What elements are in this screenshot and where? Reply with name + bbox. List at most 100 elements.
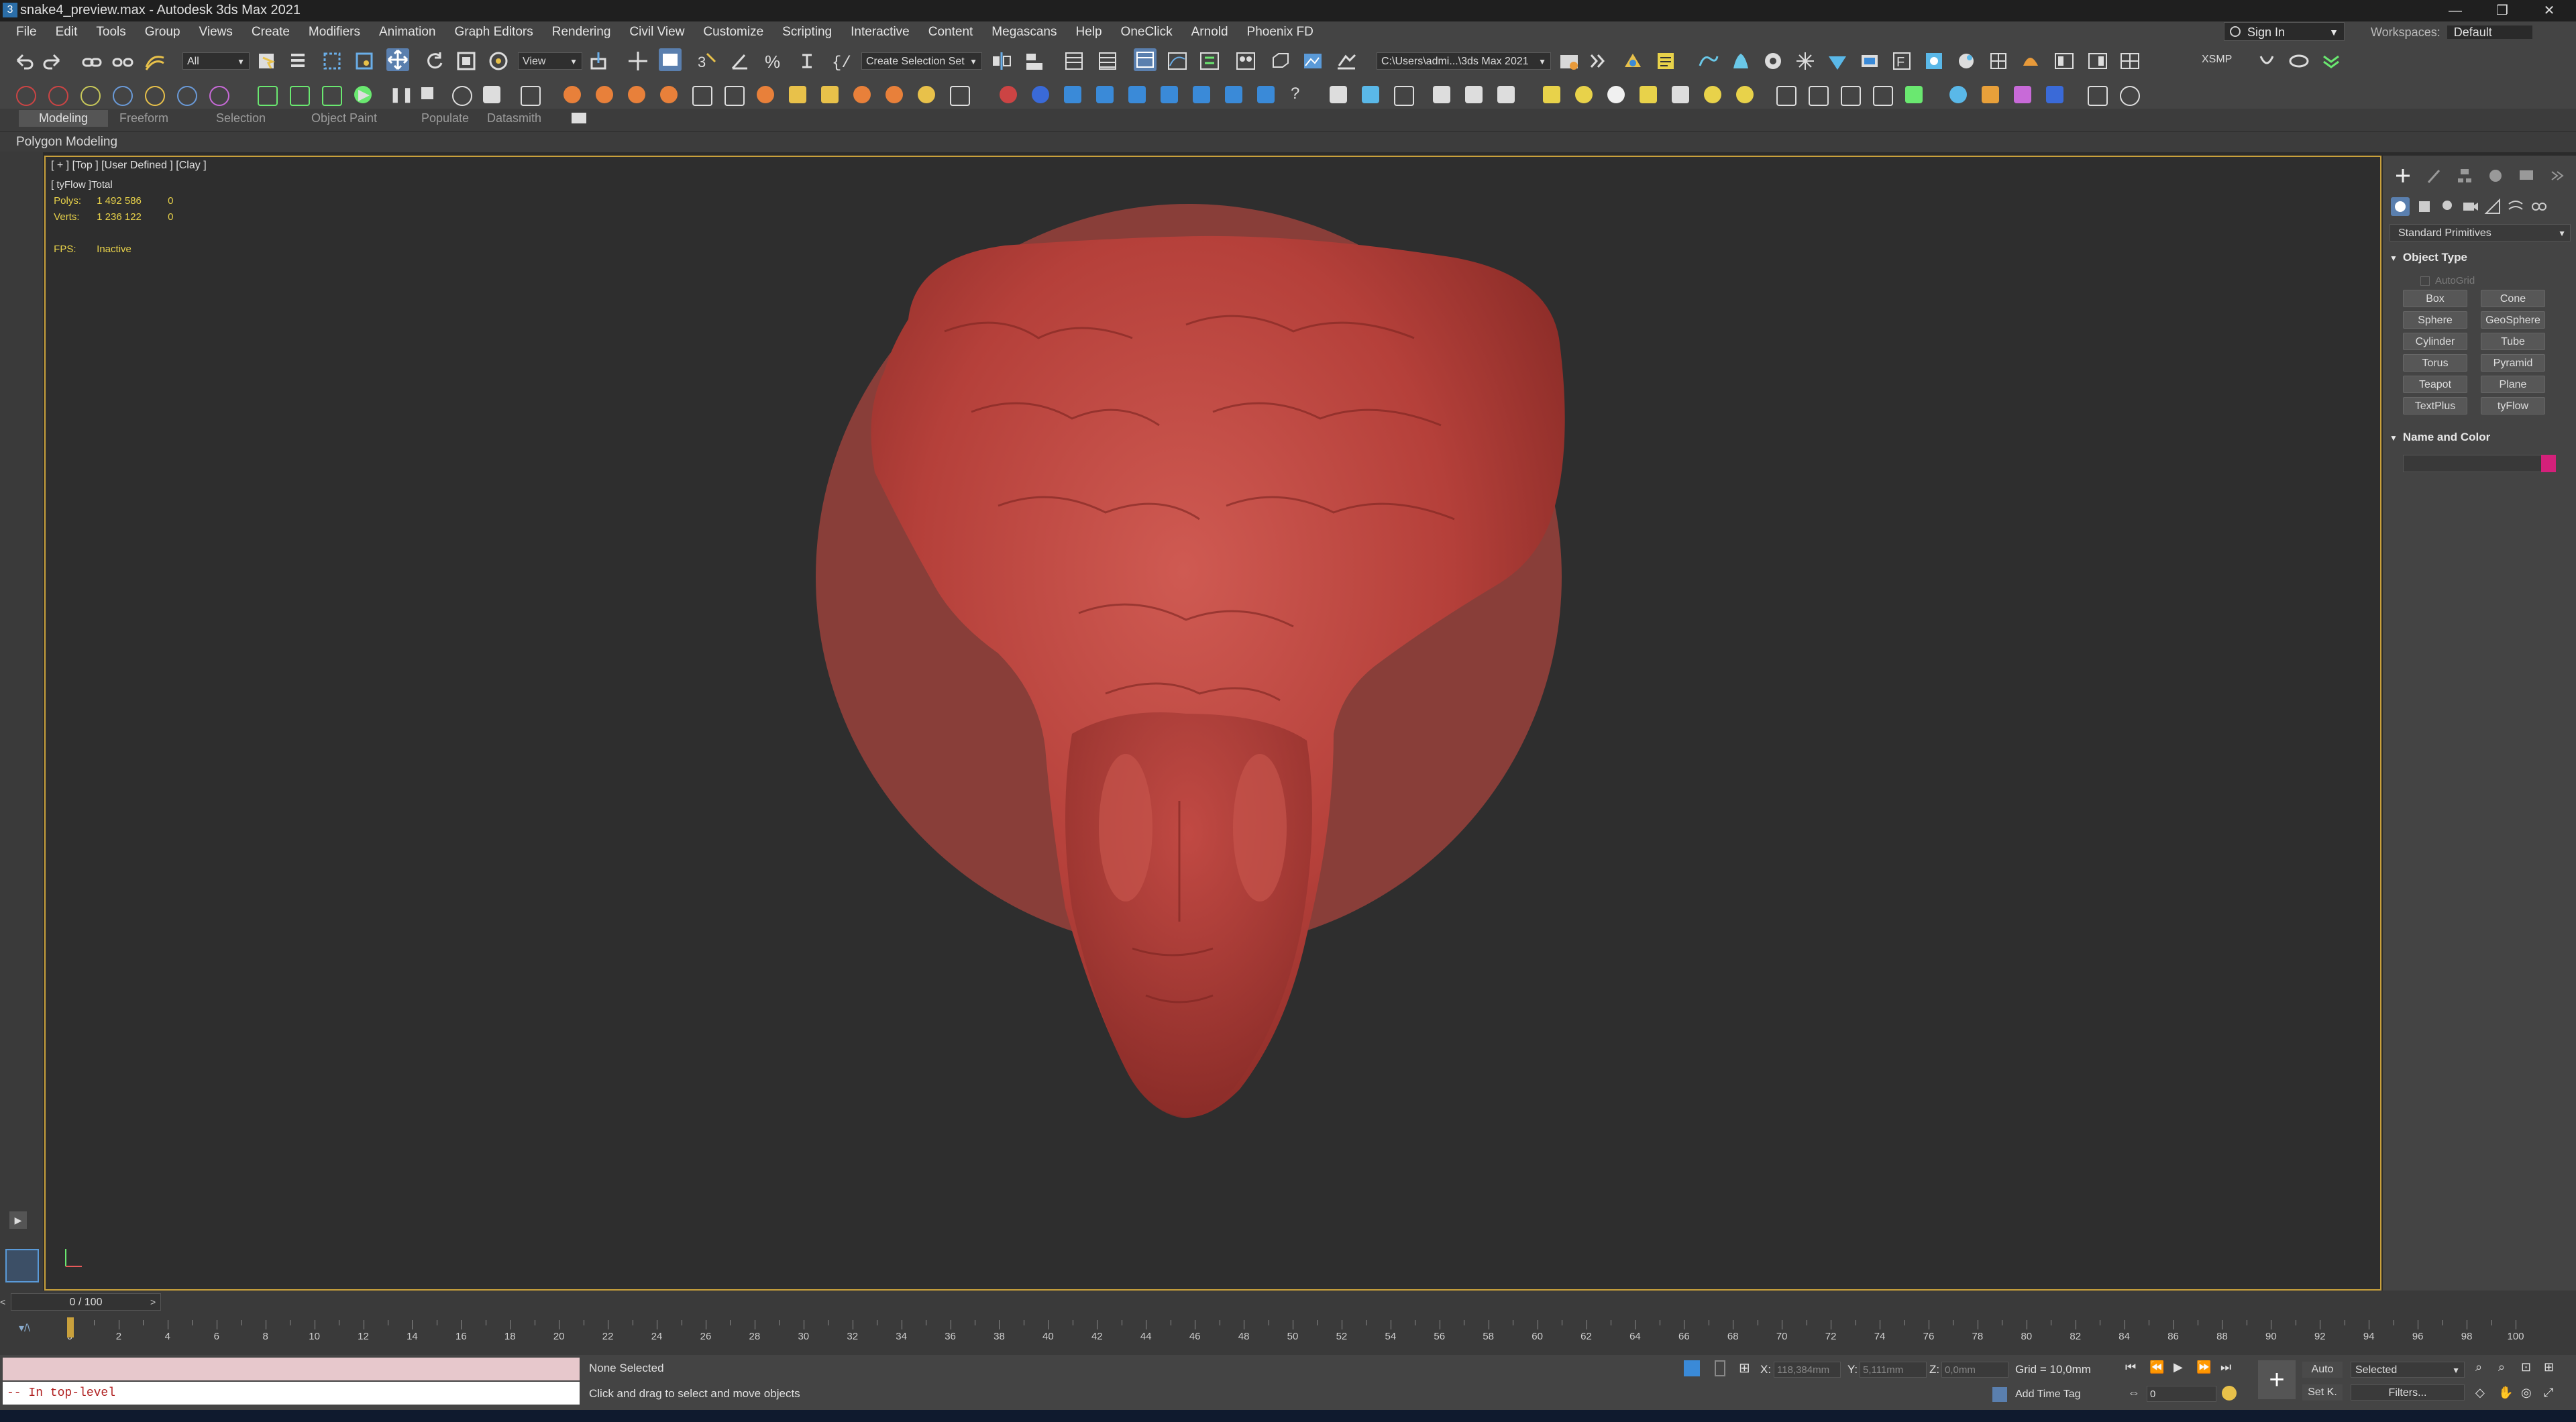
zoom-all-icon[interactable]: ⌕ <box>2498 1360 2505 1374</box>
selection-lock-icon[interactable] <box>1715 1360 1725 1376</box>
angle-snap-icon[interactable] <box>729 50 751 72</box>
selection-filter-dropdown[interactable]: All ▼ <box>182 52 250 70</box>
stop-simulation-icon[interactable] <box>421 87 433 99</box>
track-bar[interactable]: ▾/\ 024681012141618202224262830323436384… <box>0 1315 2576 1355</box>
zoom-extents-all-icon[interactable]: ⊞ <box>2544 1360 2554 1374</box>
smoke-cache-icon[interactable] <box>918 86 935 103</box>
time-prev-icon[interactable]: < <box>0 1293 11 1311</box>
xsmp-connect-icon[interactable] <box>2255 50 2278 72</box>
menu-megascans[interactable]: Megascans <box>982 25 1066 40</box>
key-filters-button[interactable]: Filters... <box>2351 1384 2465 1401</box>
undo-icon[interactable] <box>12 51 35 74</box>
orbit-icon[interactable]: ◎ <box>2521 1386 2532 1400</box>
menu-graph-editors[interactable]: Graph Editors <box>445 25 543 40</box>
align-icon[interactable] <box>1024 50 1046 72</box>
layer-explorer-icon[interactable] <box>1096 50 1119 72</box>
box-button[interactable]: Box <box>2403 290 2467 307</box>
menu-interactive[interactable]: Interactive <box>841 25 919 40</box>
project-path-dropdown[interactable]: C:\Users\admi...\3ds Max 2021 ▼ <box>1377 52 1551 70</box>
liquid-tool-icon[interactable] <box>1128 86 1146 103</box>
app-icon[interactable]: 3 <box>3 3 17 17</box>
vray-dome-icon[interactable] <box>1465 86 1483 103</box>
time-slider[interactable]: 0 / 100 <box>11 1293 161 1311</box>
project-folder-icon[interactable] <box>1558 50 1580 72</box>
pan-view-icon[interactable]: ✋ <box>2498 1386 2513 1400</box>
tab-modeling[interactable]: Modeling <box>19 110 109 127</box>
menu-create[interactable]: Create <box>242 25 299 40</box>
phoenix-ocean-icon[interactable] <box>1826 50 1849 72</box>
hierarchy-tab-icon[interactable] <box>2455 166 2474 185</box>
vray-help-icon[interactable] <box>2120 86 2140 106</box>
object-name-field[interactable] <box>2403 455 2548 472</box>
shapes-category-icon[interactable] <box>2415 197 2434 216</box>
textplus-button[interactable]: TextPlus <box>2403 397 2467 415</box>
vray-scatter-icon[interactable] <box>1905 86 1923 103</box>
z-coordinate-field[interactable]: 0,0mm <box>1941 1362 2008 1378</box>
object-type-rollout[interactable]: ▼ Object Type <box>2390 251 2467 264</box>
systems-category-icon[interactable] <box>2529 197 2548 216</box>
next-frame-icon[interactable]: ⏩ <box>2196 1360 2211 1374</box>
bind-spacewarp-icon[interactable] <box>144 51 166 74</box>
material-editor-icon[interactable] <box>1234 50 1257 72</box>
lights-category-icon[interactable] <box>2438 197 2457 216</box>
smoke-help-icon[interactable] <box>950 86 970 106</box>
autogrid-checkbox[interactable]: AutoGrid <box>2420 275 2475 286</box>
snake-head-model[interactable] <box>46 157 2381 1291</box>
tyflow-move-icon[interactable] <box>258 86 278 106</box>
vray-settings-icon[interactable] <box>2088 86 2108 106</box>
teapot-button[interactable]: Teapot <box>2403 376 2467 393</box>
vray-plane-icon[interactable] <box>1543 86 1560 103</box>
menu-views[interactable]: Views <box>190 25 242 40</box>
toggle-ribbon-button[interactable] <box>1134 48 1157 71</box>
phoenix-help-icon[interactable] <box>2053 50 2076 72</box>
field-of-view-icon[interactable]: ◇ <box>2475 1386 2485 1400</box>
named-selection-set-dropdown[interactable]: Create Selection Set ▼ <box>861 52 982 70</box>
vray-ambient-icon[interactable] <box>1672 86 1689 103</box>
toolbar-overflow-icon[interactable] <box>1587 50 1610 72</box>
phoenix-render-icon[interactable] <box>2019 50 2042 72</box>
record-icon[interactable] <box>1000 86 1017 103</box>
phoenix-source-icon[interactable] <box>1762 50 1784 72</box>
rotate-icon[interactable] <box>423 50 445 72</box>
auto-key-button[interactable]: Auto <box>2302 1362 2343 1378</box>
vray-decal-icon[interactable] <box>1873 86 1893 106</box>
smoke-tool-icon[interactable] <box>853 86 871 103</box>
rectangular-selection-icon[interactable] <box>321 50 343 72</box>
set-key-plus-icon[interactable]: + <box>2258 1360 2296 1399</box>
torus-button[interactable]: Torus <box>2403 354 2467 372</box>
vray-ipr-icon[interactable] <box>1394 86 1414 106</box>
tab-populate[interactable]: Populate <box>421 111 469 125</box>
reference-coordinate-dropdown[interactable]: View ▼ <box>518 52 582 70</box>
clear-cache-icon[interactable] <box>483 86 500 103</box>
menu-file[interactable]: File <box>7 25 46 40</box>
render-production-icon[interactable] <box>1335 50 1358 72</box>
tube-button[interactable]: Tube <box>2481 333 2545 350</box>
select-manipulate-icon[interactable] <box>627 50 649 72</box>
menu-animation[interactable]: Animation <box>370 25 445 40</box>
select-object-icon[interactable] <box>255 50 278 72</box>
vray-render-icon[interactable] <box>1330 86 1347 103</box>
scale-icon[interactable] <box>455 50 478 72</box>
xsmp-bridge-icon[interactable] <box>2288 50 2310 72</box>
name-and-color-rollout[interactable]: ▼ Name and Color <box>2390 431 2490 444</box>
minimize-button[interactable]: — <box>2435 0 2475 21</box>
arnold-render-icon[interactable] <box>1622 50 1645 72</box>
edit-named-selection-icon[interactable]: {/ <box>830 50 853 72</box>
close-button[interactable]: ✕ <box>2529 0 2569 21</box>
link-icon[interactable] <box>80 51 103 74</box>
cylinder-button[interactable]: Cylinder <box>2403 333 2467 350</box>
tyflow-particles-icon[interactable] <box>113 86 133 106</box>
vray-sunlight-icon[interactable] <box>1704 86 1721 103</box>
phoenix-simulator-icon[interactable]: F <box>1890 50 1913 72</box>
set-key-button[interactable]: Set K. <box>2302 1384 2343 1401</box>
vray-fur-icon[interactable] <box>1809 86 1829 106</box>
phoenix-voxel-icon[interactable] <box>1955 50 1978 72</box>
play-icon[interactable]: ▶ <box>2174 1360 2183 1374</box>
arnold-settings-icon[interactable] <box>1654 50 1677 72</box>
tyflow-cache-icon[interactable] <box>80 86 101 106</box>
phoenix-wizard-icon[interactable] <box>2086 50 2109 72</box>
time-next-icon[interactable]: > <box>150 1293 161 1311</box>
plane-button[interactable]: Plane <box>2481 376 2545 393</box>
select-by-name-icon[interactable] <box>287 50 310 72</box>
y-coordinate-field[interactable]: 5,111mm <box>1860 1362 1927 1378</box>
